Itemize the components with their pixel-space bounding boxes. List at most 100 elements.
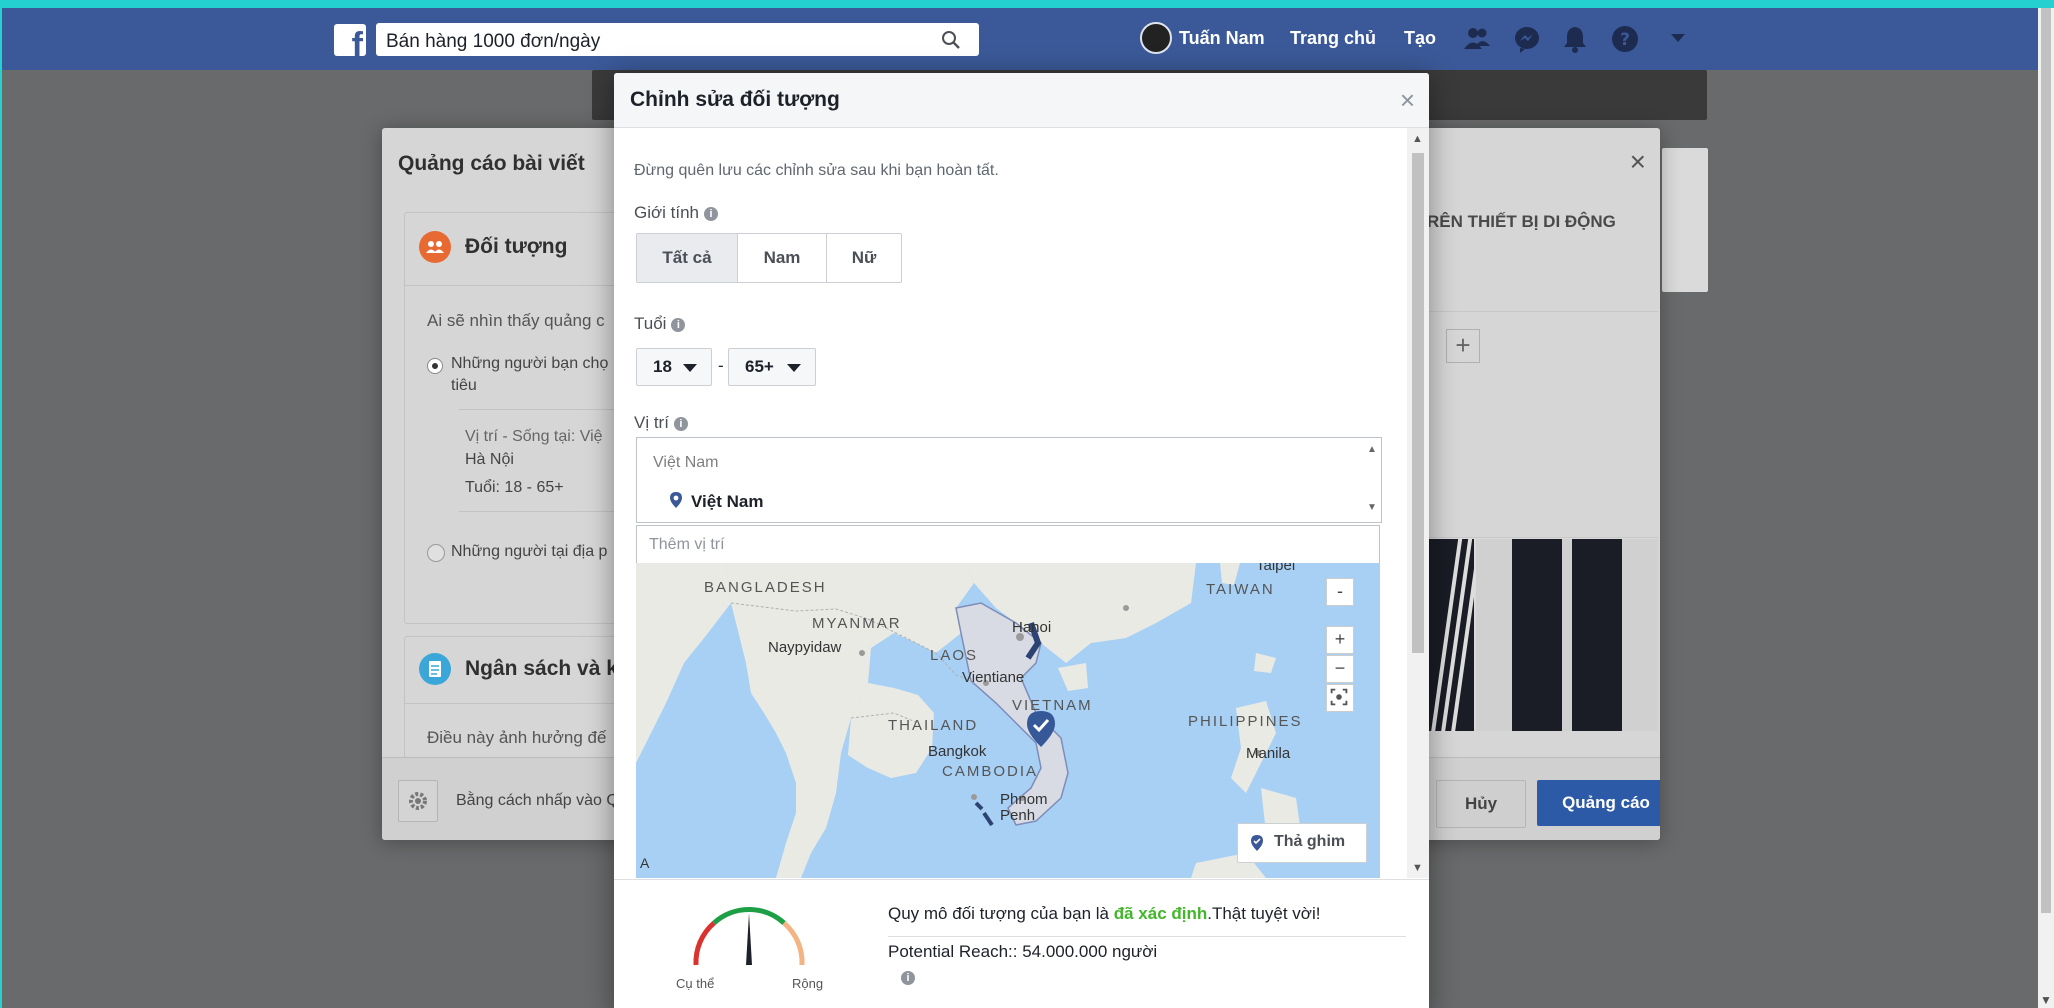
map-city-taipei: Taipei bbox=[1256, 563, 1296, 574]
age-info-icon[interactable]: i bbox=[671, 318, 686, 332]
map-collapse-button[interactable]: - bbox=[1326, 578, 1354, 606]
location-pin-icon bbox=[670, 492, 682, 508]
facebook-page: f Bán hàng 1000 đơn/ngày Tuấn Nam Trang … bbox=[2, 8, 2038, 1008]
audience-gauge bbox=[693, 907, 805, 966]
selected-location[interactable]: Việt Nam bbox=[691, 492, 763, 512]
audience-option-saved-radio[interactable] bbox=[427, 358, 443, 374]
reach-info-icon[interactable]: i bbox=[901, 971, 915, 985]
facebook-logo[interactable]: f bbox=[334, 24, 366, 56]
age-min-caret-icon bbox=[683, 364, 697, 372]
nav-home-link[interactable]: Trang chủ bbox=[1290, 28, 1376, 49]
save-reminder-text: Đừng quên lưu các chỉnh sửa sau khi bạn … bbox=[634, 162, 999, 179]
location-list-scrollbar[interactable]: ▲ ▼ bbox=[1361, 438, 1381, 522]
preview-image-pants bbox=[1512, 539, 1562, 731]
budget-card-title: Ngân sách và kh bbox=[465, 657, 631, 680]
preview-add-icon[interactable]: + bbox=[1446, 329, 1480, 363]
age-separator: - bbox=[718, 356, 724, 375]
map-city-hanoi: Hanoi bbox=[1012, 619, 1052, 636]
gender-label: Giới tính i bbox=[634, 203, 719, 223]
audience-detail-age: Tuổi: 18 - 65+ bbox=[465, 479, 564, 496]
audience-option-local[interactable]: Những người tại địa p bbox=[451, 543, 607, 561]
gender-option-female[interactable]: Nữ bbox=[827, 234, 901, 282]
map-city-phnom: Phnom bbox=[1000, 791, 1048, 808]
top-navbar: f Bán hàng 1000 đơn/ngày Tuấn Nam Trang … bbox=[2, 8, 2038, 70]
location-label: Vị trí i bbox=[634, 413, 688, 433]
avatar[interactable] bbox=[1140, 22, 1172, 54]
edit-audience-dialog: Chỉnh sửa đối tượng × Đừng quên lưu các … bbox=[614, 73, 1429, 1008]
notifications-bell-icon[interactable] bbox=[1560, 24, 1590, 54]
add-location-input[interactable]: Thêm vị trí bbox=[636, 525, 1380, 565]
location-group-label: Việt Nam bbox=[653, 454, 719, 471]
gauge-broad-label: Rộng bbox=[792, 976, 824, 991]
nav-create-link[interactable]: Tạo bbox=[1404, 28, 1436, 49]
map-city-bangkok: Bangkok bbox=[928, 743, 987, 760]
search-input[interactable]: Bán hàng 1000 đơn/ngày bbox=[386, 31, 600, 53]
audience-people-icon bbox=[419, 231, 451, 263]
dialog-scrollbar[interactable]: ▲ ▼ bbox=[1407, 128, 1429, 878]
gender-selector: Tất cả Nam Nữ bbox=[636, 233, 902, 283]
audience-option-saved-line2[interactable]: tiêu bbox=[451, 377, 477, 395]
map-city-manila: Manila bbox=[1246, 745, 1291, 762]
side-panel bbox=[1662, 148, 1708, 292]
account-menu-chevron-down-icon[interactable] bbox=[1670, 32, 1686, 44]
budget-calendar-icon bbox=[419, 653, 451, 685]
budget-card-text: Điều này ảnh hưởng đế bbox=[427, 728, 607, 747]
map-label-bangladesh: BANGLADESH bbox=[704, 579, 827, 596]
svg-text:?: ? bbox=[1620, 30, 1630, 50]
window-scrollbar[interactable]: ▼ bbox=[2038, 8, 2054, 1008]
nav-profile-name[interactable]: Tuấn Nam bbox=[1179, 28, 1265, 49]
audience-question: Ai sẽ nhìn thấy quảng c bbox=[427, 311, 605, 330]
cancel-button[interactable]: Hủy bbox=[1436, 780, 1526, 828]
pin-icon bbox=[1251, 835, 1263, 851]
map-label-taiwan: TAIWAN bbox=[1206, 581, 1275, 598]
map-zoom-in-button[interactable]: + bbox=[1326, 626, 1354, 654]
age-max-dropdown[interactable]: 65+ bbox=[728, 348, 816, 386]
map-label-myanmar: MYANMAR bbox=[812, 615, 902, 632]
edit-audience-title: Chỉnh sửa đối tượng bbox=[630, 88, 840, 111]
placement-tab-mobile[interactable]: RÊN THIẾT BỊ DI ĐỘNG bbox=[1427, 212, 1616, 232]
map-zoom-out-button[interactable]: − bbox=[1326, 655, 1354, 683]
map-attribution[interactable]: A bbox=[640, 855, 649, 871]
map-marker-icon[interactable] bbox=[1024, 709, 1058, 749]
audience-card-title: Đối tượng bbox=[465, 235, 568, 258]
help-icon[interactable]: ? bbox=[1610, 24, 1640, 54]
age-max-caret-icon bbox=[787, 364, 801, 372]
close-icon[interactable]: × bbox=[1400, 85, 1415, 116]
audience-detail-city: Hà Nội bbox=[465, 451, 514, 468]
gender-option-all[interactable]: Tất cả bbox=[637, 234, 738, 282]
age-min-dropdown[interactable]: 18 bbox=[636, 348, 712, 386]
drop-pin-label: Thả ghim bbox=[1274, 833, 1346, 850]
audience-size-status: đã xác định bbox=[1113, 904, 1208, 923]
audience-detail-location: Vị trí - Sống tại: Việ bbox=[465, 428, 603, 445]
map-city-naypyidaw: Naypyidaw bbox=[768, 639, 842, 656]
audience-option-local-radio[interactable] bbox=[427, 544, 445, 562]
boost-button[interactable]: Quảng cáo bbox=[1537, 780, 1660, 826]
boost-post-close-icon[interactable]: × bbox=[1630, 146, 1646, 178]
age-max-value: 65+ bbox=[745, 357, 774, 376]
search-icon[interactable] bbox=[941, 30, 961, 50]
terms-text: Bằng cách nhấp vào Q bbox=[456, 792, 619, 809]
map-fullscreen-icon[interactable] bbox=[1326, 684, 1354, 712]
audience-size-message: Quy mô đối tượng của bạn là đã xác định.… bbox=[888, 904, 1321, 923]
friends-icon[interactable] bbox=[1462, 24, 1492, 54]
search-bar[interactable]: Bán hàng 1000 đơn/ngày bbox=[376, 23, 979, 56]
gender-option-male[interactable]: Nam bbox=[738, 234, 827, 282]
location-map[interactable]: BANGLADESH MYANMAR LAOS THAILAND VIETNAM… bbox=[636, 563, 1380, 878]
age-label: Tuổi i bbox=[634, 314, 686, 334]
boost-post-title: Quảng cáo bài viết bbox=[398, 152, 585, 175]
drop-pin-button[interactable]: Thả ghim bbox=[1237, 823, 1367, 863]
audience-option-saved-line1[interactable]: Những người bạn chọ bbox=[451, 355, 608, 373]
map-label-philippines: PHILIPPINES bbox=[1188, 713, 1303, 730]
potential-reach: Potential Reach:: 54.000.000 người bbox=[888, 942, 1158, 961]
gender-info-icon[interactable]: i bbox=[704, 207, 719, 221]
location-list: Việt Nam Việt Nam ▲ ▼ bbox=[636, 437, 1382, 523]
audience-size-panel: Cụ thể Rộng Quy mô đối tượng của bạn là … bbox=[614, 879, 1429, 1008]
gauge-specific-label: Cụ thể bbox=[676, 976, 715, 991]
messenger-icon[interactable] bbox=[1512, 24, 1542, 54]
age-min-value: 18 bbox=[653, 357, 672, 376]
map-city-penh: Penh bbox=[1000, 807, 1036, 824]
edit-audience-header: Chỉnh sửa đối tượng × bbox=[614, 73, 1429, 128]
post-preview: + bbox=[1412, 311, 1658, 731]
settings-gear-icon[interactable] bbox=[398, 780, 438, 822]
location-info-icon[interactable]: i bbox=[673, 417, 688, 431]
